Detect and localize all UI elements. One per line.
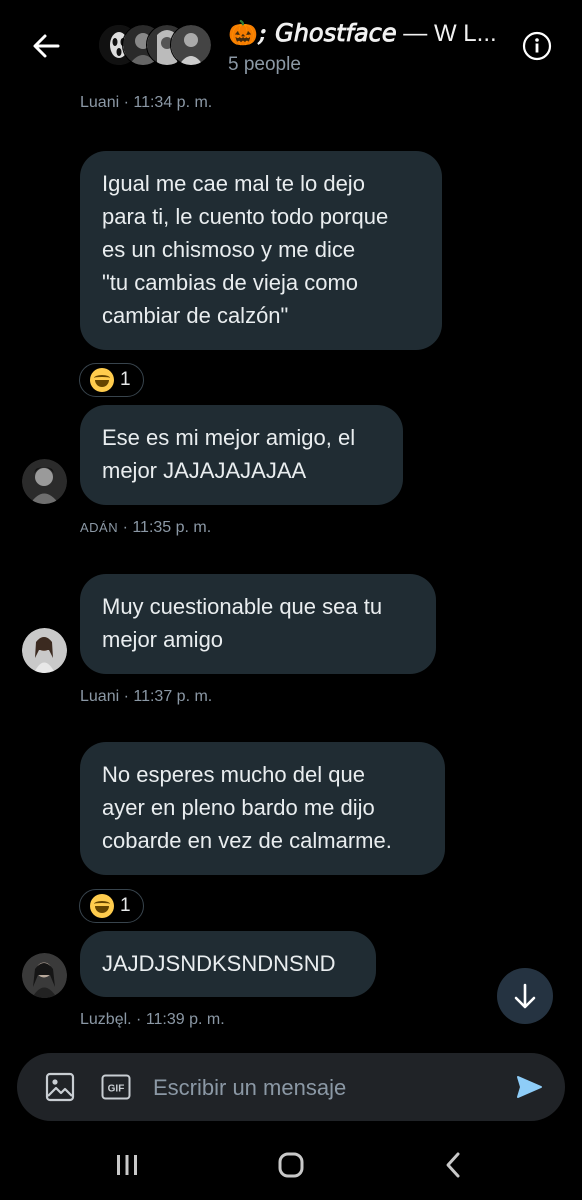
message-meta: Luzbęl. · 11:39 p. m.	[80, 1011, 225, 1028]
group-avatars[interactable]	[98, 24, 212, 66]
image-icon[interactable]	[45, 1072, 75, 1102]
sender-avatar[interactable]	[22, 459, 67, 504]
message-list[interactable]: Luani · 11:34 p. m. Igual me cae mal te …	[0, 92, 582, 1042]
message-bubble[interactable]: Muy cuestionable que sea tu mejor amigo	[80, 574, 436, 674]
message-meta: Luani · 11:37 p. m.	[80, 688, 213, 705]
info-icon[interactable]	[522, 31, 552, 61]
message-composer: GIF	[17, 1053, 565, 1121]
laughing-emoji-icon	[90, 368, 114, 392]
reaction-count: 1	[120, 895, 131, 916]
system-navigation-bar	[0, 1130, 582, 1200]
recent-apps-icon[interactable]	[107, 1150, 147, 1180]
sender-avatar[interactable]	[22, 628, 67, 673]
scroll-to-bottom-button[interactable]	[497, 968, 553, 1024]
sender-avatar[interactable]	[22, 953, 67, 998]
reaction-count: 1	[120, 369, 131, 390]
message-bubble[interactable]: No esperes mucho del que ayer en pleno b…	[80, 742, 445, 875]
laughing-emoji-icon	[90, 894, 114, 918]
system-back-icon[interactable]	[434, 1150, 474, 1180]
member-avatar	[170, 24, 212, 66]
chat-title[interactable]: 🎃; 𝘎𝘩𝘰𝘴𝘵𝘧𝘢𝘤𝘦 — W L...	[228, 18, 518, 48]
send-icon[interactable]	[515, 1073, 543, 1101]
arrow-down-icon	[514, 983, 536, 1009]
reaction-badge[interactable]: 1	[79, 889, 144, 923]
chat-header: 🎃; 𝘎𝘩𝘰𝘴𝘵𝘧𝘢𝘤𝘦 — W L... 5 people	[0, 0, 582, 92]
member-count: 5 people	[228, 54, 301, 75]
svg-text:GIF: GIF	[108, 1084, 125, 1095]
back-arrow-icon[interactable]	[28, 28, 64, 64]
home-icon[interactable]	[271, 1150, 311, 1180]
pumpkin-icon: 🎃	[228, 20, 258, 47]
message-bubble[interactable]: JAJDJSNDKSNDNSND	[80, 931, 376, 997]
gif-icon[interactable]: GIF	[101, 1074, 131, 1100]
message-meta: ADÁN · 11:35 p. m.	[80, 519, 212, 536]
message-bubble[interactable]: Igual me cae mal te lo dejo para ti, le …	[80, 151, 442, 350]
reaction-badge[interactable]: 1	[79, 363, 144, 397]
message-bubble[interactable]: Ese es mi mejor amigo, el mejor JAJAJAJA…	[80, 405, 403, 505]
message-input[interactable]	[151, 1067, 495, 1109]
message-meta: Luani · 11:34 p. m.	[80, 94, 213, 111]
